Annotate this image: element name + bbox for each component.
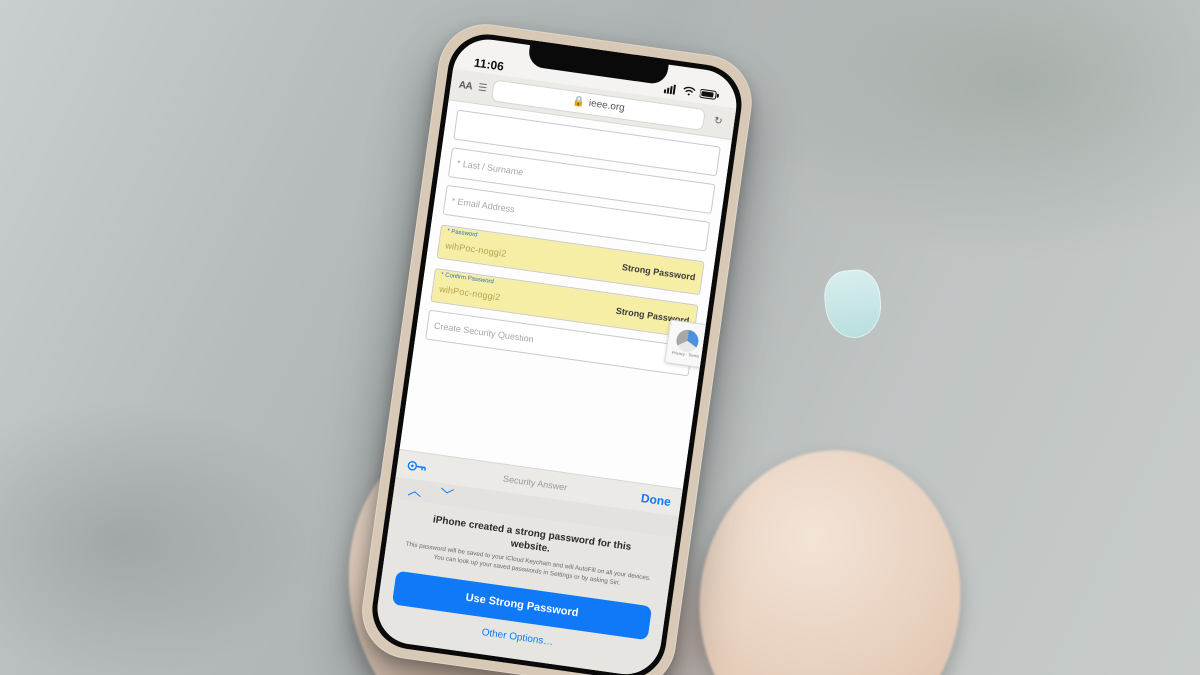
iphone-screen: 11:06 bbox=[373, 35, 741, 675]
wifi-icon bbox=[681, 85, 697, 101]
url-domain: ieee.org bbox=[588, 98, 625, 114]
battery-icon bbox=[699, 87, 721, 104]
previous-field-icon[interactable]: ︿ bbox=[407, 483, 423, 499]
fingernail bbox=[822, 267, 885, 340]
phone: 11:06 bbox=[356, 18, 758, 675]
security-answer-hint: Security Answer bbox=[503, 473, 568, 492]
recaptcha-caption: Privacy - Terms bbox=[671, 351, 699, 359]
lock-icon: 🔒 bbox=[572, 96, 586, 109]
done-button[interactable]: Done bbox=[640, 491, 672, 509]
status-time: 11:06 bbox=[473, 56, 505, 74]
password-keys-icon[interactable] bbox=[406, 456, 430, 477]
page-settings-icon[interactable]: ☰ bbox=[477, 82, 487, 94]
webpage-content: * Last / Surname * Email Address * Passw… bbox=[400, 100, 732, 488]
recaptcha-icon bbox=[675, 329, 700, 354]
hand-right bbox=[680, 433, 979, 675]
strong-password-badge: Strong Password bbox=[621, 262, 696, 282]
reload-icon[interactable]: ↻ bbox=[710, 115, 727, 128]
recaptcha-badge[interactable]: Privacy - Terms bbox=[664, 319, 710, 368]
reader-aa-button[interactable]: AA bbox=[458, 80, 473, 93]
next-field-icon[interactable]: ﹀ bbox=[439, 487, 455, 503]
photo-scene: 11:06 bbox=[0, 0, 1200, 675]
cellular-signal-icon bbox=[663, 82, 679, 98]
